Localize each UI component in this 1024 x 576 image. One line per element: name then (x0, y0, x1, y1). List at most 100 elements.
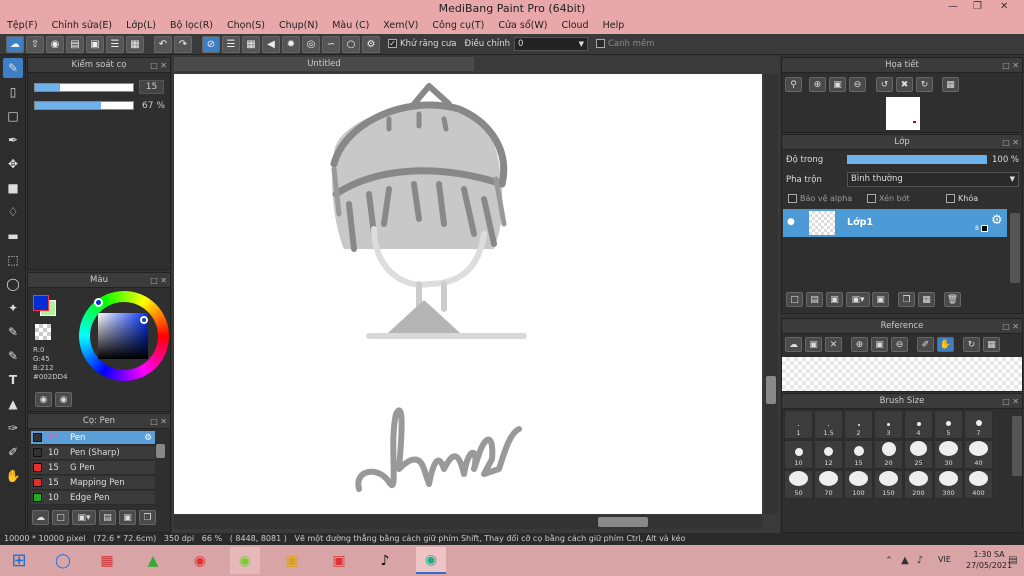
vertical-scrollbar[interactable] (764, 74, 778, 514)
app-grid-icon[interactable]: ▦ (92, 547, 122, 574)
snap-circle-icon[interactable]: ◎ (302, 35, 320, 53)
brush-duplicate-icon[interactable]: ❐ (139, 510, 156, 525)
drawing-canvas[interactable] (174, 74, 762, 514)
palette-add-icon[interactable]: ◉ (55, 392, 72, 407)
brush-folder-icon[interactable]: ▣ (119, 510, 136, 525)
ref-zoom-out-icon[interactable]: ⊖ (891, 337, 908, 352)
menu-window[interactable]: Cửa sổ(W) (491, 20, 554, 31)
brush-size-cell[interactable]: 150 (874, 470, 903, 499)
divide-tool-icon[interactable]: ▲ (3, 394, 23, 414)
panel-close-icon[interactable]: □ ✕ (150, 273, 167, 288)
input-language[interactable]: VIE (938, 555, 951, 564)
antialias-toggle[interactable]: ✓ Khử răng cưa (388, 39, 457, 49)
ref-cloud-icon[interactable]: ☁ (785, 337, 802, 352)
file-explorer-icon[interactable]: ▣ (277, 547, 307, 574)
magic-wand-tool-icon[interactable]: ✦ (3, 298, 23, 318)
comment-icon[interactable]: ◉ (46, 35, 64, 53)
layer-folder-icon[interactable]: ▣ (872, 292, 889, 307)
ref-fullscreen-icon[interactable]: ▦ (983, 337, 1000, 352)
document-icon[interactable]: ▣ (86, 35, 104, 53)
brush-size-cell[interactable]: 20 (874, 440, 903, 469)
hue-cursor-icon[interactable] (94, 298, 103, 307)
menu-layer[interactable]: Lớp(L) (119, 20, 163, 31)
dot-tool-icon[interactable]: ✒ (3, 130, 23, 150)
ref-close-icon[interactable]: ✕ (825, 337, 842, 352)
brush-tool-icon[interactable]: ✎ (3, 58, 23, 78)
snap-off-icon[interactable]: ⊘ (202, 35, 220, 53)
menu-edit[interactable]: Chỉnh sửa(E) (45, 20, 120, 31)
minimize-icon[interactable]: — (948, 1, 958, 12)
reference-view[interactable] (782, 357, 1022, 391)
brush-item-pen[interactable]: 15 Pen ⚙ (31, 431, 155, 445)
zoom-out-icon[interactable]: ⊖ (849, 77, 866, 92)
snap-radial-icon[interactable]: ✹ (282, 35, 300, 53)
brush-size-cell[interactable]: 4 (904, 410, 933, 439)
brush-size-cell[interactable]: 70 (814, 470, 843, 499)
ref-open-icon[interactable]: ▣ (805, 337, 822, 352)
brush-size-scrollbar[interactable] (1012, 416, 1022, 476)
brush-size-cell[interactable]: 2 (844, 410, 873, 439)
brush-size-cell[interactable]: 15 (844, 440, 873, 469)
ref-zoom-in-icon[interactable]: ⊕ (851, 337, 868, 352)
snap-grid-icon[interactable]: ▦ (242, 35, 260, 53)
add-layer-menu-icon[interactable]: ▣▾ (846, 292, 870, 307)
menu-help[interactable]: Help (596, 20, 632, 31)
redo-icon[interactable]: ↷ (174, 35, 192, 53)
brush-list-scrollbar[interactable] (156, 444, 165, 458)
brush-size-cell[interactable]: 25 (904, 440, 933, 469)
brush-size-cell[interactable]: 5 (934, 410, 963, 439)
snap-settings-icon[interactable]: ⚙ (362, 35, 380, 53)
pen-operation-icon[interactable]: ✑ (3, 418, 23, 438)
hand-tool-icon[interactable]: ✋ (3, 466, 23, 486)
bucket-tool-icon[interactable]: ♢ (3, 202, 23, 222)
tab-untitled[interactable]: Untitled (174, 57, 474, 71)
fit-screen-icon[interactable]: ▣ (829, 77, 846, 92)
select-eraser-tool-icon[interactable]: ✎ (3, 346, 23, 366)
clipping-toggle[interactable]: Xén bớt (867, 194, 910, 203)
layer-scrollbar[interactable] (1010, 213, 1020, 283)
rotate-right-icon[interactable]: ↻ (916, 77, 933, 92)
eye-icon[interactable]: ● (787, 217, 795, 227)
menu-color[interactable]: Màu (C) (325, 20, 376, 31)
brush-size-cell[interactable]: 40 (964, 440, 993, 469)
panel-close-icon[interactable]: □ ✕ (1002, 319, 1019, 334)
hue-wheel[interactable] (79, 291, 169, 381)
trash-icon[interactable]: 🗑 (944, 292, 961, 307)
duplicate-layer-icon[interactable]: ❐ (898, 292, 915, 307)
brush-item-g-pen[interactable]: 15 G Pen (31, 461, 155, 475)
gear-icon[interactable]: ⚙ (144, 433, 152, 443)
panel-close-icon[interactable]: □ ✕ (1002, 58, 1019, 73)
eraser-tool-icon[interactable]: ▯ (3, 82, 23, 102)
new-layer-1bit-icon[interactable]: ▣ (826, 292, 843, 307)
list-icon[interactable]: ☰ (106, 35, 124, 53)
brush-size-value[interactable]: 15 (139, 80, 164, 94)
brush-size-cell[interactable]: 300 (934, 470, 963, 499)
menu-select[interactable]: Chọn(S) (220, 20, 272, 31)
undo-icon[interactable]: ↶ (154, 35, 172, 53)
snap-parallel-icon[interactable]: ☰ (222, 35, 240, 53)
menu-file[interactable]: Tệp(F) (0, 20, 45, 31)
eyedropper-tool-icon[interactable]: ✐ (3, 442, 23, 462)
brush-opacity-slider[interactable] (34, 101, 134, 110)
ref-rotate-icon[interactable]: ↻ (963, 337, 980, 352)
ref-fit-icon[interactable]: ▣ (871, 337, 888, 352)
brush-item-pen-sharp[interactable]: 10 Pen (Sharp) (31, 446, 155, 460)
brush-size-cell[interactable]: 12 (814, 440, 843, 469)
protect-alpha-toggle[interactable]: Bảo vệ alpha (788, 194, 852, 203)
brush-add-menu-icon[interactable]: ▣▾ (72, 510, 96, 525)
tray-up-icon[interactable]: ⌃ (882, 547, 896, 574)
blend-select[interactable]: Bình thường ▼ (847, 172, 1019, 187)
panel-close-icon[interactable]: □ ✕ (150, 414, 167, 429)
new-layer-icon[interactable]: □ (786, 292, 803, 307)
brush-size-cell[interactable]: 7 (964, 410, 993, 439)
ref-hand-icon[interactable]: ✋ (937, 337, 954, 352)
windows-start-icon[interactable]: ⊞ (4, 547, 34, 574)
restore-icon[interactable]: ❐ (973, 1, 982, 12)
panel-close-icon[interactable]: □ ✕ (150, 58, 167, 73)
close-icon[interactable]: ✕ (1000, 1, 1008, 12)
ref-eyedropper-icon[interactable]: ✐ (917, 337, 934, 352)
menu-filter[interactable]: Bộ lọc(R) (163, 20, 220, 31)
vertical-scroll-thumb[interactable] (766, 376, 776, 404)
brush-size-cell[interactable]: 1 (784, 410, 813, 439)
page-icon[interactable]: ▤ (66, 35, 84, 53)
